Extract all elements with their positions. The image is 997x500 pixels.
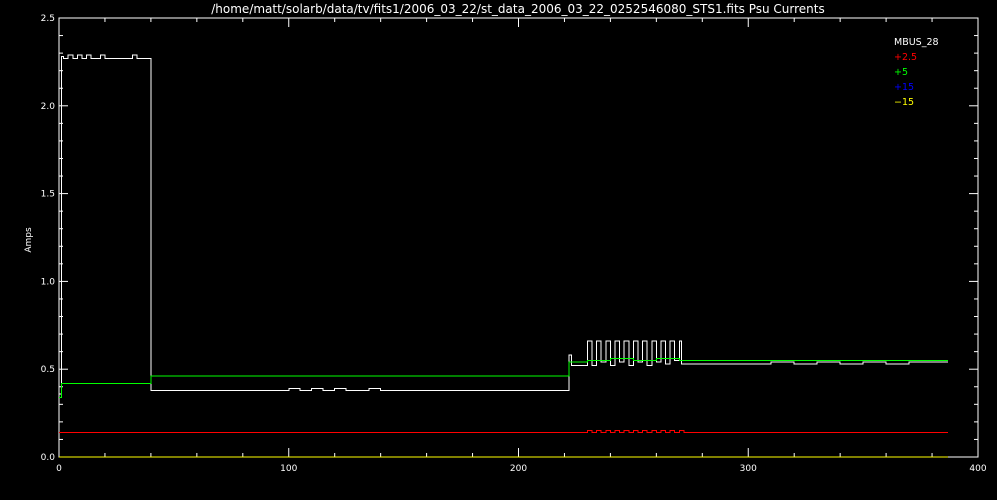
chart-background — [0, 0, 997, 500]
y-tick-label: 1.0 — [41, 277, 56, 287]
y-tick-label: 2.0 — [41, 102, 56, 112]
y-tick-label: 2.5 — [41, 14, 55, 24]
x-tick-label: 100 — [280, 464, 297, 474]
y-tick-label: 1.5 — [41, 190, 55, 200]
legend-entry: +2.5 — [894, 52, 917, 63]
psu-currents-chart: /home/matt/solarb/data/tv/fits1/2006_03_… — [0, 0, 997, 500]
x-tick-label: 400 — [969, 464, 986, 474]
chart-title: /home/matt/solarb/data/tv/fits1/2006_03_… — [211, 2, 825, 16]
legend-entry: MBUS_28 — [894, 37, 939, 48]
x-tick-label: 200 — [510, 464, 527, 474]
y-axis-label: Amps — [24, 227, 34, 253]
x-tick-label: 300 — [740, 464, 757, 474]
y-tick-label: 0.0 — [41, 453, 56, 463]
legend-entry: −15 — [894, 97, 914, 108]
x-tick-label: 0 — [56, 464, 62, 474]
legend-entry: +15 — [894, 82, 914, 93]
legend-entry: +5 — [894, 67, 908, 78]
y-tick-label: 0.5 — [41, 365, 55, 375]
